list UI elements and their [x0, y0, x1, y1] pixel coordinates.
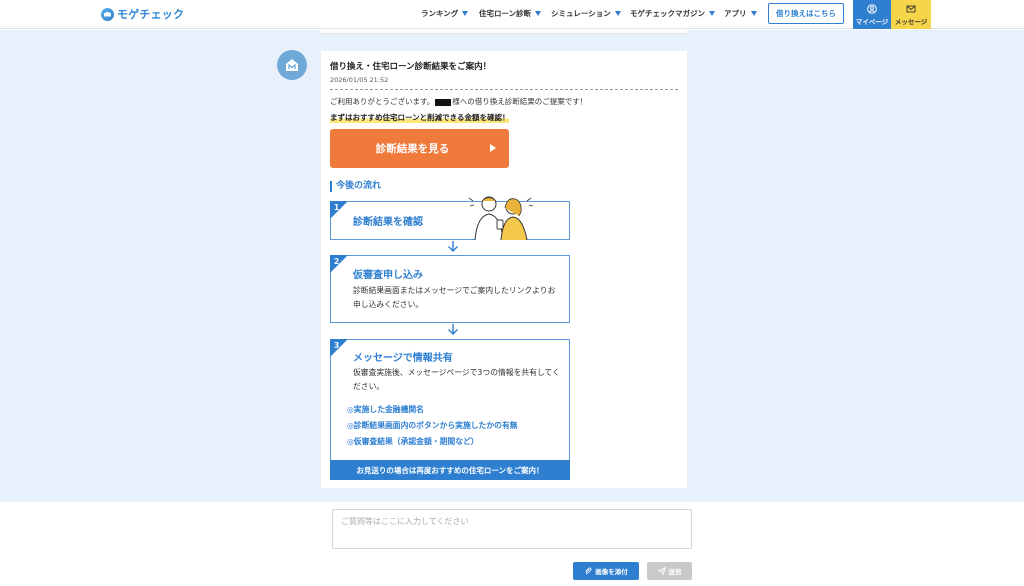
previous-message-card [320, 30, 687, 34]
nav-simulation-label: シミュレーション [551, 9, 611, 18]
message-body: ご利用ありがとうございます。 様への借り換え診断結果のご提案です！ [330, 96, 587, 107]
step-1-number: 1 [334, 203, 340, 212]
message-title: 借り換え・住宅ローン診断結果をご案内！ [330, 62, 492, 72]
arrow-down-icon [448, 241, 458, 252]
refinance-button[interactable]: 借り換えはこちら [768, 3, 844, 24]
paperclip-icon [585, 567, 592, 574]
attach-image-label: 画像を添付 [595, 568, 628, 576]
send-plane-icon [657, 567, 666, 575]
step-3-number: 3 [334, 341, 340, 350]
mypage-label: マイページ [855, 17, 889, 26]
view-results-label: 診断結果を見る [375, 143, 450, 155]
message-card: 借り換え・住宅ローン診断結果をご案内！ 2026/01/05 21:52 ご利用… [321, 51, 687, 488]
send-button[interactable]: 送信 [647, 562, 692, 580]
step-1-title: 診断結果を確認 [353, 217, 423, 228]
message-button[interactable]: メッセージ [891, 0, 931, 29]
step-3-bullet: ◎実施した金融機関名 [347, 405, 424, 414]
message-body-pre: ご利用ありがとうございます。 [330, 97, 435, 106]
message-date: 2026/01/05 21:52 [330, 76, 389, 84]
flow-heading: 今後の流れ [330, 181, 381, 192]
caret-down-icon [750, 11, 757, 16]
step-2-number: 2 [334, 257, 340, 266]
nav-magazine[interactable]: モゲチェックマガジン [630, 8, 715, 19]
sender-avatar [277, 50, 307, 80]
nav-simulation[interactable]: シミュレーション [551, 8, 621, 19]
redacted-name [435, 98, 452, 106]
site-header: モゲチェック ランキング 住宅ローン診断 シミュレーション モゲチェックマガジン… [0, 0, 1024, 29]
nav-ranking-label: ランキング [421, 9, 459, 18]
nav-app-label: アプリ [724, 9, 747, 18]
mogecheck-house-icon [286, 59, 298, 71]
caret-down-icon [462, 11, 469, 16]
nav-loan-diagnosis-label: 住宅ローン診断 [479, 9, 532, 18]
arrow-down-icon [448, 324, 458, 335]
logo-text: モゲチェック [117, 8, 185, 21]
message-label: メッセージ [894, 17, 928, 26]
nav-ranking[interactable]: ランキング [421, 8, 469, 19]
step-2-text: 診断結果画面またはメッセージでご案内したリンクよりお申し込みください。 [353, 286, 556, 309]
caret-down-icon [709, 11, 715, 16]
caret-down-icon [535, 11, 542, 16]
envelope-icon [906, 5, 916, 12]
nav-magazine-label: モゲチェックマガジン [630, 9, 705, 18]
step-2-title: 仮審査申し込み [353, 270, 423, 281]
logo-house-icon [101, 7, 114, 21]
mypage-button[interactable]: マイページ [853, 0, 891, 29]
nav-app[interactable]: アプリ [724, 8, 757, 19]
step-3-box: 3 メッセージで情報共有 仮審査実施後、メッセージページで3つの情報を共有してく… [330, 339, 570, 480]
highlight-text: まずはおすすめ住宅ローンと削減できる金額を確認！ [330, 112, 510, 123]
view-results-button[interactable]: 診断結果を見る [330, 129, 509, 168]
play-arrow-icon [490, 144, 496, 152]
caret-down-icon [614, 11, 621, 16]
step-3-title: メッセージで情報共有 [353, 353, 453, 364]
send-label: 送信 [668, 568, 682, 576]
people-checking-phone-illustration [468, 196, 534, 241]
step-3-footer: お見送りの場合は再度おすすめの住宅ローンをご案内！ [330, 460, 570, 480]
attach-image-button[interactable]: 画像を添付 [573, 562, 639, 580]
step-3-bullet: ◎仮審査結果（承認金額・期間など） [347, 437, 479, 446]
question-input[interactable] [332, 509, 692, 549]
step-3-bullet: ◎診断結果画面内のボタンから実施したかの有無 [347, 421, 518, 430]
step-3-text: 仮審査実施後、メッセージページで3つの情報を共有してください。 [353, 368, 560, 391]
divider [330, 89, 678, 90]
nav-loan-diagnosis[interactable]: 住宅ローン診断 [479, 8, 542, 19]
user-icon [867, 3, 877, 14]
step-2-box: 2 仮審査申し込み 診断結果画面またはメッセージでご案内したリンクよりお申し込み… [330, 255, 570, 323]
site-logo[interactable]: モゲチェック [101, 6, 184, 22]
message-body-post: 様への借り換え診断結果のご提案です！ [452, 97, 588, 106]
